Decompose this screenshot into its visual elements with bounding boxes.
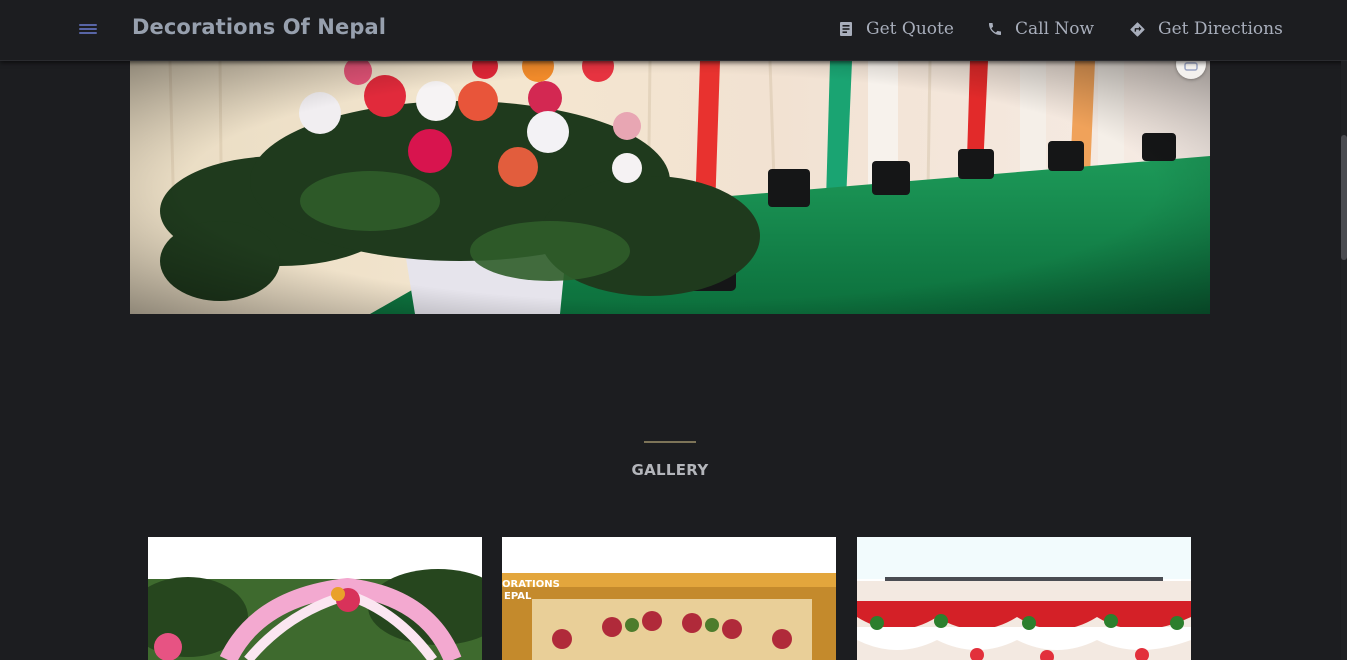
gallery-heading: GALLERY: [631, 461, 709, 479]
directions-icon: [1130, 21, 1145, 37]
get-directions-label: Get Directions: [1158, 19, 1283, 39]
page-scrollbar-thumb[interactable]: [1341, 135, 1347, 260]
document-icon: [840, 22, 852, 36]
gallery-item[interactable]: [857, 537, 1191, 660]
gallery-item[interactable]: ORATIONS EPAL: [502, 537, 836, 660]
get-directions-button[interactable]: Get Directions: [1129, 17, 1283, 41]
link-icon[interactable]: [1176, 61, 1206, 79]
hamburger-menu-icon[interactable]: [77, 20, 99, 38]
call-now-label: Call Now: [1015, 19, 1095, 39]
card-watermark: ORATIONS: [502, 579, 560, 590]
gallery-item[interactable]: [148, 537, 482, 660]
phone-icon: [989, 23, 1001, 35]
top-navbar: Decorations Of Nepal Get Quote Call Now …: [0, 0, 1347, 61]
card-watermark: EPAL: [504, 591, 532, 602]
hero-image: [130, 61, 1210, 314]
call-now-button[interactable]: Call Now: [987, 17, 1094, 41]
section-divider: [644, 441, 696, 443]
get-quote-label: Get Quote: [866, 19, 954, 39]
site-title[interactable]: Decorations Of Nepal: [132, 15, 386, 39]
get-quote-button[interactable]: Get Quote: [838, 17, 954, 41]
